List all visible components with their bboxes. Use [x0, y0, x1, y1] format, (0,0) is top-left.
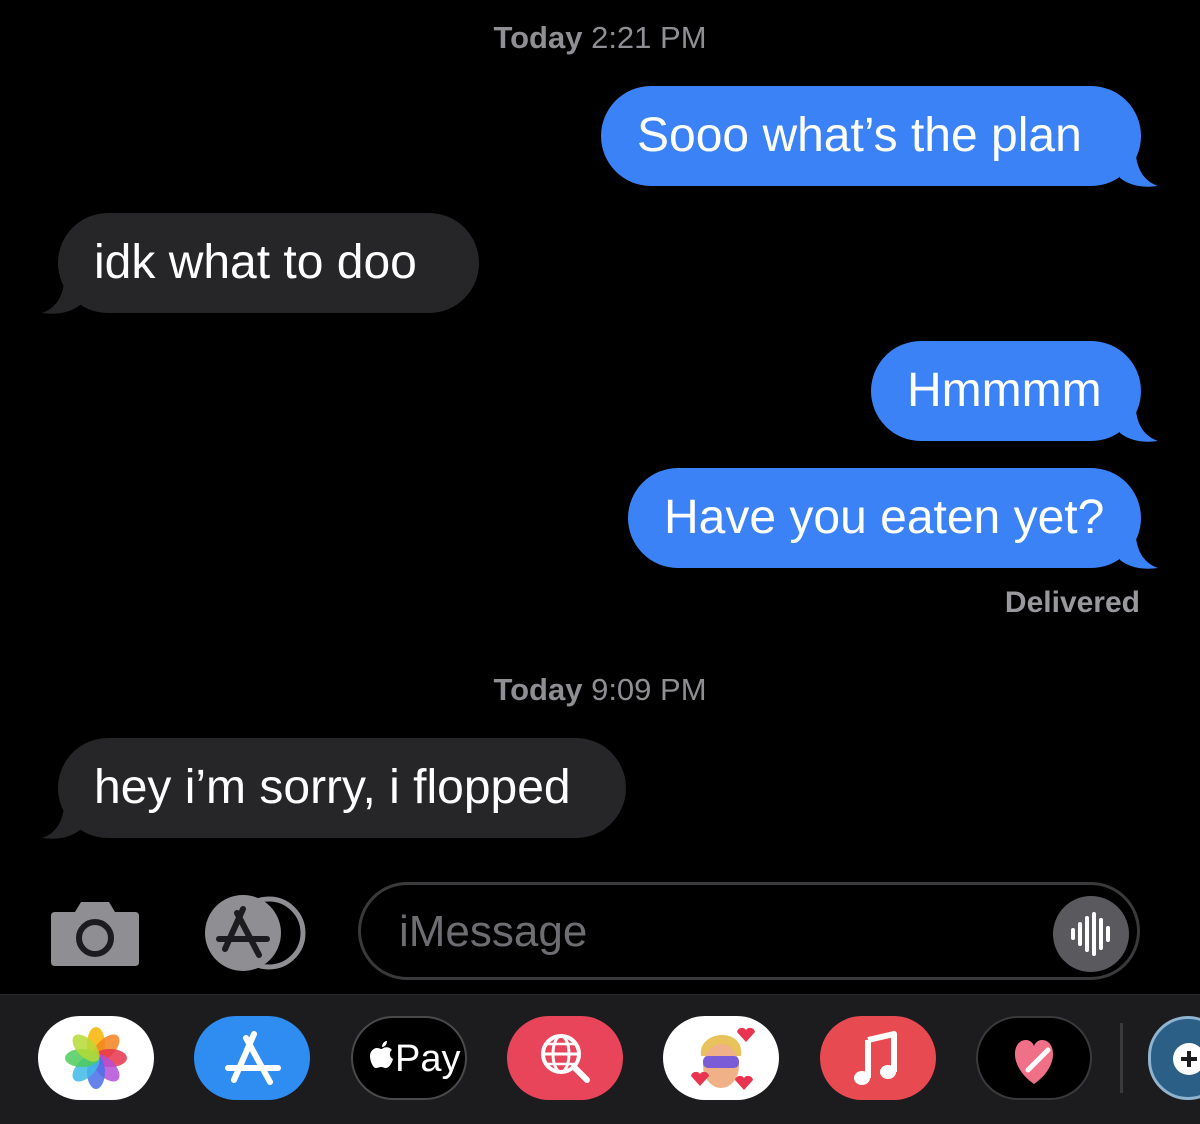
timestamp: Today 9:09 PM	[0, 672, 1200, 708]
message-text: idk what to doo	[94, 236, 417, 289]
apple-pay-label: Pay	[395, 1038, 461, 1080]
outgoing-message-bubble[interactable]: Hmmmm	[871, 341, 1141, 441]
music-app-button[interactable]	[820, 1016, 936, 1100]
bubble-tail	[1118, 538, 1158, 569]
memoji-icon	[691, 1027, 755, 1090]
delivery-status: Delivered	[1004, 586, 1140, 619]
incoming-message-bubble[interactable]: idk what to doo	[58, 213, 479, 313]
audio-waveform-icon	[1071, 912, 1110, 956]
web-images-app-button[interactable]	[507, 1016, 623, 1100]
timestamp-time: 2:21 PM	[591, 20, 707, 55]
bubble-tail	[1118, 156, 1158, 187]
voice-message-button[interactable]	[1053, 896, 1129, 972]
digital-touch-app-button[interactable]	[976, 1016, 1092, 1100]
message-input[interactable]	[397, 899, 1041, 965]
timestamp: Today 2:21 PM	[0, 20, 1200, 56]
timestamp-time: 9:09 PM	[591, 672, 707, 707]
globe-search-icon	[541, 1034, 590, 1083]
imessage-screen: Today 2:21 PM Sooo what’s the plan idk w…	[0, 0, 1200, 1124]
photos-icon	[65, 1027, 127, 1089]
app-drawer: Pay	[0, 994, 1200, 1124]
app-store-button[interactable]	[203, 893, 307, 978]
photos-app-button[interactable]	[38, 1016, 154, 1100]
message-text: hey i’m sorry, i flopped	[94, 761, 571, 814]
camera-icon	[51, 902, 139, 966]
message-text: Sooo what’s the plan	[637, 109, 1082, 162]
app-store-app-button[interactable]	[194, 1016, 310, 1100]
bubble-tail	[42, 283, 82, 314]
more-apps-button[interactable]	[1148, 1016, 1200, 1100]
imessage-input-field[interactable]	[358, 882, 1140, 980]
timestamp-day: Today	[493, 20, 583, 55]
outgoing-message-bubble[interactable]: Have you eaten yet?	[628, 468, 1141, 568]
message-text: Have you eaten yet?	[664, 491, 1105, 544]
memoji-app-button[interactable]	[663, 1016, 779, 1100]
bubble-tail	[42, 808, 82, 839]
heart-icon	[1014, 1040, 1054, 1084]
apple-logo-icon	[370, 1041, 393, 1068]
app-store-icon	[225, 1031, 281, 1085]
music-note-icon	[854, 1031, 897, 1085]
outgoing-message-bubble[interactable]: Sooo what’s the plan	[601, 86, 1141, 186]
timestamp-day: Today	[493, 672, 583, 707]
apple-pay-app-button[interactable]: Pay	[351, 1016, 467, 1100]
bubble-tail	[1118, 411, 1158, 442]
camera-button[interactable]	[49, 898, 141, 973]
message-text: Hmmmm	[907, 364, 1102, 417]
drawer-divider	[1120, 1023, 1123, 1093]
add-app-icon	[1173, 1043, 1200, 1075]
app-store-icon	[205, 895, 306, 971]
incoming-message-bubble[interactable]: hey i’m sorry, i flopped	[58, 738, 626, 838]
